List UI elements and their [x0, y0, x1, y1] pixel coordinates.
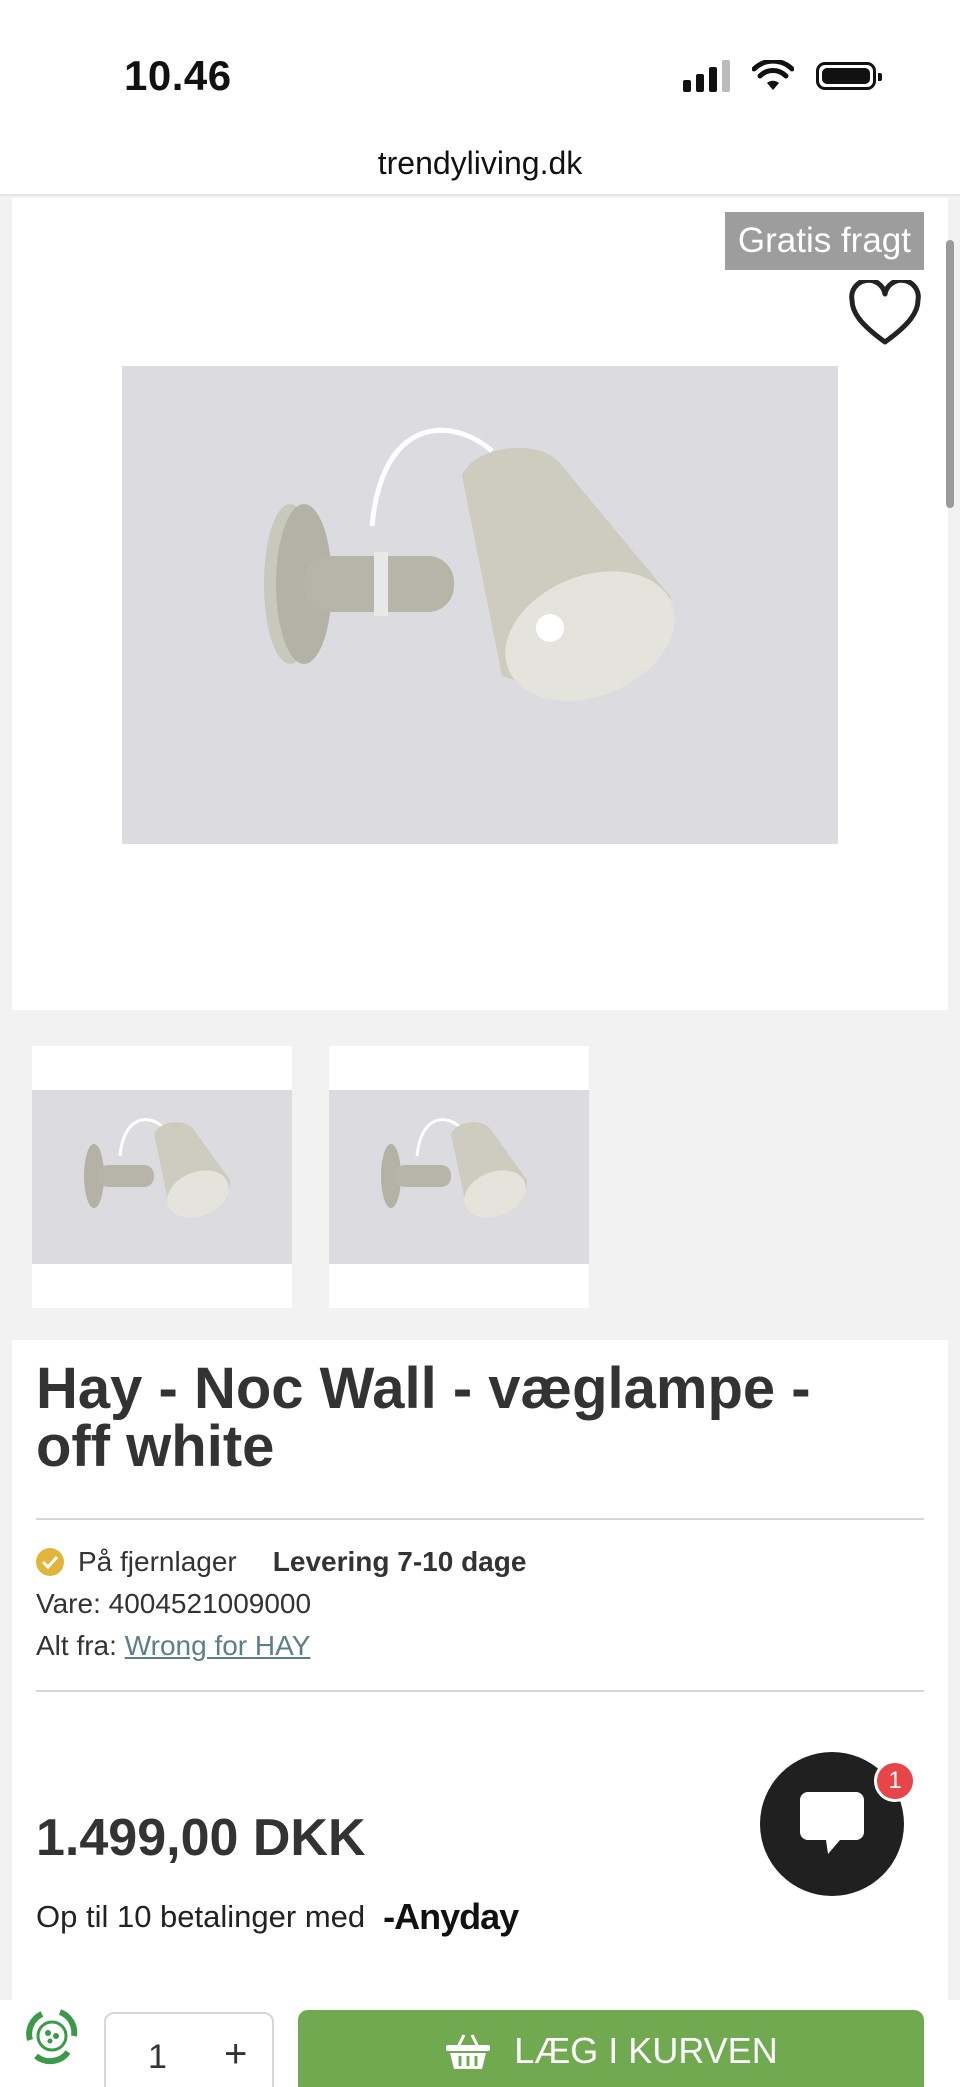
add-to-cart-label: LÆG I KURVEN — [514, 2030, 778, 2071]
item-number: 4004521009000 — [108, 1588, 312, 1619]
quantity-stepper[interactable]: 1 + — [104, 2012, 274, 2087]
divider — [36, 1518, 924, 1520]
quantity-plus-button[interactable]: + — [224, 2032, 247, 2077]
thumbnail-1-photo — [32, 1090, 292, 1264]
more-from-row: Alt fra: Wrong for HAY — [36, 1630, 310, 1662]
product-info: Hay - Noc Wall - væglampe - off white På… — [12, 1340, 948, 2087]
thumbnail-2-photo — [329, 1090, 589, 1264]
url-bar[interactable]: trendyliving.dk — [0, 130, 960, 196]
divider — [36, 1690, 924, 1692]
status-time: 10.46 — [124, 52, 232, 99]
thumbnail-2[interactable] — [329, 1046, 589, 1308]
page-scrollbar[interactable] — [946, 240, 954, 508]
anyday-logo: -Anyday — [383, 1896, 519, 1937]
thumbnail-1[interactable] — [32, 1046, 292, 1308]
status-bar: 10.46 — [0, 0, 960, 130]
stock-row: På fjernlager Levering 7-10 dage — [36, 1546, 526, 1578]
product-image-main[interactable]: Gratis fragt — [12, 198, 948, 1010]
item-number-row: Vare: 4004521009000 — [36, 1588, 311, 1620]
product-title: Hay - Noc Wall - væglampe - off white — [36, 1356, 811, 1479]
installments-row: Op til 10 betalinger med -Anyday — [36, 1896, 519, 1938]
wifi-icon — [752, 60, 794, 90]
battery-icon — [816, 62, 882, 90]
chat-icon — [800, 1792, 864, 1854]
free-shipping-badge: Gratis fragt — [724, 212, 924, 270]
heart-icon[interactable] — [848, 280, 922, 346]
check-icon — [36, 1548, 64, 1576]
quantity-input[interactable]: 1 — [148, 2038, 167, 2077]
product-price: 1.499,00 DKK — [36, 1809, 366, 1867]
more-from-label: Alt fra: — [36, 1630, 117, 1661]
installments-text: Op til 10 betalinger med — [36, 1899, 366, 1934]
url-text: trendyliving.dk — [377, 145, 583, 181]
item-number-label: Vare: — [36, 1588, 101, 1619]
brand-link[interactable]: Wrong for HAY — [125, 1630, 311, 1661]
status-icons — [683, 60, 882, 92]
delivery-time: Levering 7-10 dage — [272, 1546, 527, 1577]
add-to-cart-button[interactable]: LÆG I KURVEN — [298, 2010, 924, 2087]
chat-unread-badge: 1 — [874, 1760, 916, 1802]
stock-status: På fjernlager — [78, 1546, 237, 1577]
recycle-icon[interactable] — [16, 2000, 86, 2070]
signal-icon — [683, 60, 730, 92]
lamp-photo — [122, 366, 838, 844]
basket-icon — [446, 2034, 491, 2069]
